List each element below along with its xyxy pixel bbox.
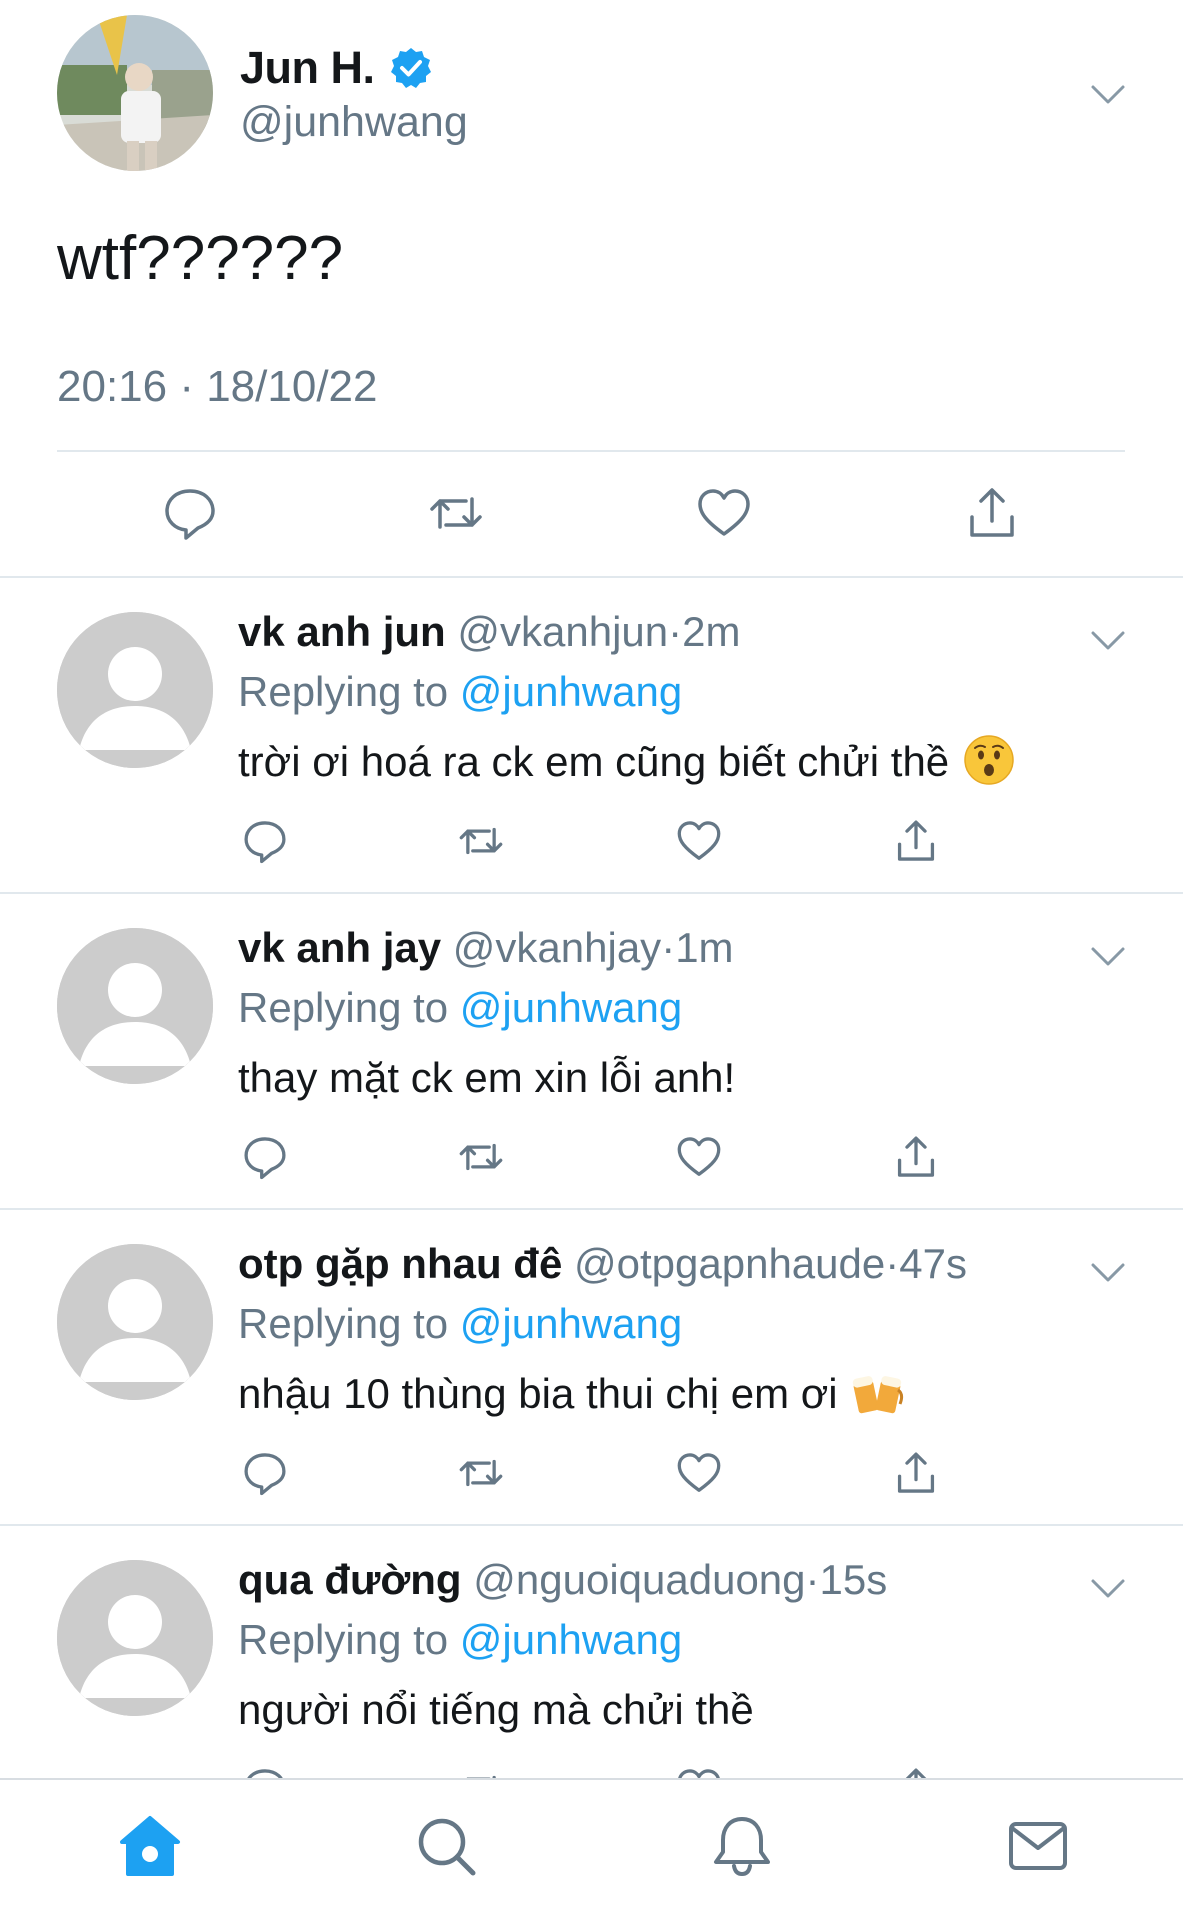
reply-text: trời ơi hoá ra ck em cũng biết chửi thề: [238, 738, 950, 785]
replying-to-link[interactable]: @junhwang: [460, 1300, 682, 1347]
retweet-icon[interactable]: [458, 1450, 504, 1496]
avatar[interactable]: [57, 1560, 213, 1716]
reply-author-name[interactable]: vk anh jay: [238, 924, 441, 971]
hushed-face-emoji: [963, 734, 1015, 786]
like-icon[interactable]: [676, 1134, 722, 1180]
reply-time: 15s: [819, 1556, 888, 1603]
replying-to-link[interactable]: @junhwang: [460, 984, 682, 1031]
replying-to-link[interactable]: @junhwang: [460, 668, 682, 715]
reply-text-row: trời ơi hoá ra ck em cũng biết chửi thề: [238, 735, 1015, 786]
separator-dot: ·: [661, 924, 676, 971]
chevron-down-icon[interactable]: [1090, 946, 1126, 968]
reply-text: thay mặt ck em xin lỗi anh!: [238, 1054, 736, 1101]
reply-author-handle[interactable]: @vkanhjun: [457, 608, 668, 655]
beer-mugs-emoji: [852, 1366, 904, 1418]
reply-text: nhậu 10 thùng bia thui chị em ơi: [238, 1370, 838, 1417]
avatar[interactable]: [57, 1244, 213, 1400]
chevron-down-icon[interactable]: [1090, 84, 1126, 106]
chevron-down-icon[interactable]: [1090, 1578, 1126, 1600]
replying-to: Replying to @junhwang: [238, 668, 682, 716]
reply-time: 1m: [675, 924, 734, 971]
reply-author-handle[interactable]: @nguoiquaduong: [473, 1556, 805, 1603]
author-name[interactable]: Jun H.: [240, 42, 375, 94]
reply-text-row: người nổi tiếng mà chửi thề: [238, 1686, 754, 1734]
replying-to-label: Replying to: [238, 984, 449, 1031]
divider: [57, 450, 1125, 452]
bottom-tab-bar: [0, 1778, 1183, 1920]
avatar[interactable]: [57, 928, 213, 1084]
verified-badge-icon: [389, 46, 433, 90]
replying-to-label: Replying to: [238, 1300, 449, 1347]
reply-tweet[interactable]: vk anh jay @vkanhjay·1m Replying to @jun…: [0, 894, 1183, 1210]
reply-header: qua đường @nguoiquaduong·15s: [238, 1556, 887, 1604]
replying-to-label: Replying to: [238, 1616, 449, 1663]
chevron-down-icon[interactable]: [1090, 630, 1126, 652]
reply-author-handle[interactable]: @vkanhjay: [453, 924, 661, 971]
replying-to: Replying to @junhwang: [238, 1616, 682, 1664]
separator-dot: ·: [885, 1240, 900, 1287]
separator-dot: ·: [668, 608, 683, 655]
reply-text-row: thay mặt ck em xin lỗi anh!: [238, 1054, 735, 1102]
avatar[interactable]: [57, 612, 213, 768]
author-avatar[interactable]: [57, 15, 213, 171]
reply-author-name[interactable]: qua đường: [238, 1556, 462, 1603]
replying-to-label: Replying to: [238, 668, 449, 715]
share-icon[interactable]: [893, 1450, 939, 1496]
separator-dot: ·: [805, 1556, 820, 1603]
share-icon[interactable]: [893, 818, 939, 864]
like-icon[interactable]: [676, 1450, 722, 1496]
reply-icon[interactable]: [162, 485, 218, 541]
reply-icon[interactable]: [242, 1134, 288, 1180]
replying-to: Replying to @junhwang: [238, 1300, 682, 1348]
share-icon[interactable]: [893, 1134, 939, 1180]
share-icon[interactable]: [964, 485, 1020, 541]
tweet-timestamp: 20:16 · 18/10/22: [57, 362, 378, 411]
retweet-icon[interactable]: [458, 818, 504, 864]
reply-time: 47s: [899, 1240, 967, 1287]
reply-tweet[interactable]: otp gặp nhau đê @otpgapnhaude·47s Replyi…: [0, 1210, 1183, 1526]
notifications-icon[interactable]: [710, 1814, 774, 1878]
author-name-row: Jun H.: [240, 42, 433, 94]
retweet-icon[interactable]: [458, 1134, 504, 1180]
reply-text-row: nhậu 10 thùng bia thui chị em ơi: [238, 1370, 904, 1418]
home-icon[interactable]: [118, 1814, 182, 1878]
reply-author-name[interactable]: vk anh jun: [238, 608, 446, 655]
reply-header: otp gặp nhau đê @otpgapnhaude·47s: [238, 1240, 967, 1288]
reply-author-handle[interactable]: @otpgapnhaude: [574, 1240, 885, 1287]
replying-to: Replying to @junhwang: [238, 984, 682, 1032]
author-handle[interactable]: @junhwang: [240, 98, 468, 147]
messages-icon[interactable]: [1006, 1814, 1070, 1878]
main-tweet: Jun H. @junhwang wtf?????? 20:16 · 18/10…: [0, 0, 1183, 578]
reply-tweet[interactable]: vk anh jun @vkanhjun·2m Replying to @jun…: [0, 578, 1183, 894]
tweet-text: wtf??????: [57, 224, 344, 293]
reply-header: vk anh jay @vkanhjay·1m: [238, 924, 734, 972]
like-icon[interactable]: [696, 485, 752, 541]
reply-author-name[interactable]: otp gặp nhau đê: [238, 1240, 562, 1287]
search-icon[interactable]: [414, 1814, 478, 1878]
reply-text: người nổi tiếng mà chửi thề: [238, 1686, 754, 1733]
chevron-down-icon[interactable]: [1090, 1262, 1126, 1284]
like-icon[interactable]: [676, 818, 722, 864]
replying-to-link[interactable]: @junhwang: [460, 1616, 682, 1663]
reply-icon[interactable]: [242, 1450, 288, 1496]
retweet-icon[interactable]: [428, 485, 484, 541]
reply-time: 2m: [682, 608, 741, 655]
reply-header: vk anh jun @vkanhjun·2m: [238, 608, 741, 656]
reply-icon[interactable]: [242, 818, 288, 864]
